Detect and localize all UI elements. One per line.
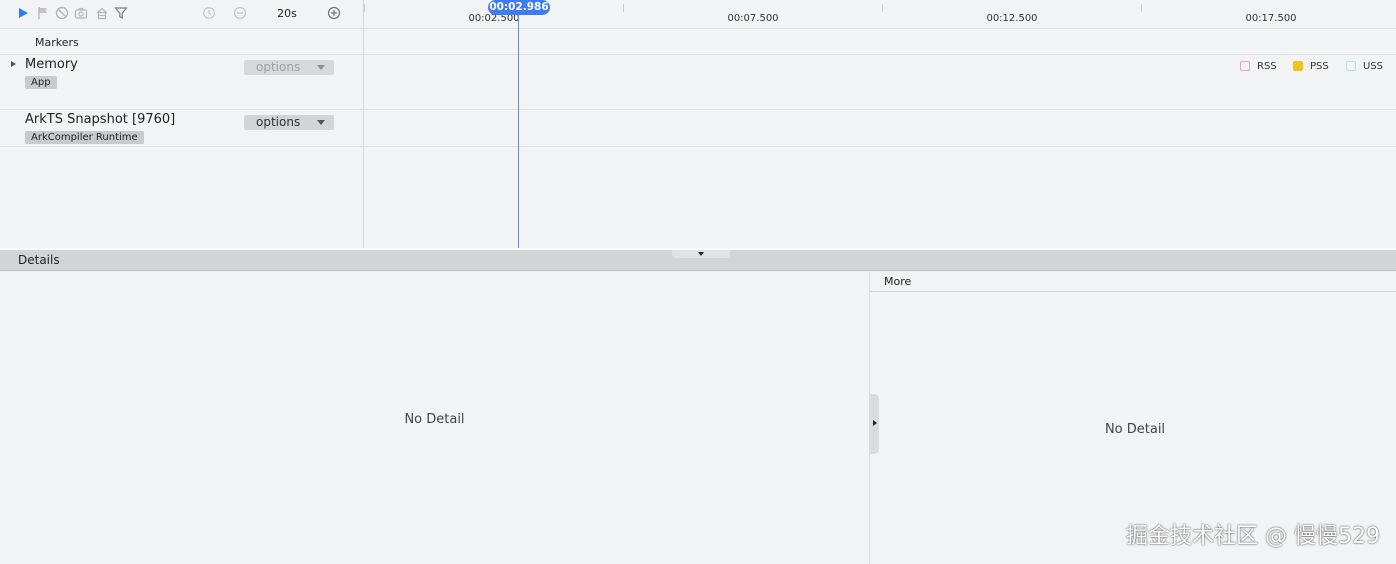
zoom-out-icon[interactable]: [233, 6, 247, 20]
markers-lane-label: Markers: [35, 36, 79, 49]
more-title: More: [884, 275, 912, 288]
expand-arrow-icon[interactable]: [11, 61, 16, 67]
legend-item-pss[interactable]: PSS: [1293, 60, 1329, 72]
arkts-lane-tag: ArkCompiler Runtime: [25, 131, 144, 144]
row-divider: [0, 109, 363, 110]
profiler-timeline-area: 20s Markers Memory App options ArkTS Sna…: [0, 0, 1396, 248]
details-empty-text: No Detail: [404, 412, 465, 427]
row-divider: [0, 28, 363, 29]
zoom-in-icon[interactable]: [327, 6, 341, 20]
profiler-toolbar: 20s: [0, 0, 364, 28]
filter-icon[interactable]: [114, 6, 128, 20]
more-header: More: [870, 272, 1396, 292]
lane-header-column: 20s Markers Memory App options ArkTS Sna…: [0, 0, 364, 248]
details-title: Details: [18, 253, 60, 267]
details-panel: No Detail: [0, 272, 869, 564]
legend-swatch: [1346, 61, 1356, 71]
ruler-tick: [1141, 4, 1142, 12]
clock-icon[interactable]: [202, 6, 216, 20]
ruler-tick-label: 00:17.500: [1245, 13, 1297, 24]
options-label: options: [256, 60, 301, 74]
legend-swatch: [1240, 61, 1250, 71]
memory-lane-title[interactable]: Memory: [25, 57, 78, 72]
collapse-panel-handle[interactable]: [672, 250, 730, 258]
flag-icon[interactable]: [36, 6, 50, 20]
legend-label: PSS: [1310, 60, 1329, 72]
watermark-text: 掘金技术社区 @ 慢慢529: [1126, 524, 1380, 549]
camera-icon[interactable]: [74, 6, 88, 20]
stop-icon[interactable]: [55, 6, 69, 20]
profiler-app: 20s Markers Memory App options ArkTS Sna…: [0, 0, 1396, 564]
play-icon[interactable]: [16, 6, 30, 20]
ruler-tick: [623, 4, 624, 12]
ruler-tick: [882, 4, 883, 12]
arkts-options-dropdown[interactable]: options: [244, 115, 334, 130]
legend-item-uss[interactable]: USS: [1346, 60, 1383, 72]
legend-swatch: [1293, 61, 1303, 71]
ruler-tick-label: 00:12.500: [986, 13, 1038, 24]
zoom-level-value: 20s: [277, 7, 297, 20]
legend-item-rss[interactable]: RSS: [1240, 60, 1277, 72]
time-cursor-line[interactable]: [518, 14, 519, 248]
memory-lane-tag: App: [25, 76, 57, 89]
time-cursor-badge[interactable]: 00:02.986: [488, 0, 550, 15]
memory-options-dropdown[interactable]: options: [244, 60, 334, 75]
row-divider: [0, 54, 363, 55]
chevron-down-icon: [317, 65, 325, 70]
more-empty-text: No Detail: [1104, 422, 1166, 437]
row-divider: [0, 146, 363, 147]
chevron-down-icon: [317, 120, 325, 125]
side-panel-toggle[interactable]: [870, 394, 879, 454]
options-label: options: [256, 115, 301, 129]
chevron-down-icon: [698, 252, 704, 256]
ruler-tick: [364, 4, 365, 12]
chevron-right-icon: [873, 420, 877, 426]
home-icon[interactable]: [95, 6, 109, 20]
ruler-tick-label: 00:07.500: [727, 13, 779, 24]
legend-label: USS: [1363, 60, 1384, 72]
legend-label: RSS: [1257, 60, 1277, 72]
arkts-lane-title[interactable]: ArkTS Snapshot [9760]: [25, 112, 175, 127]
